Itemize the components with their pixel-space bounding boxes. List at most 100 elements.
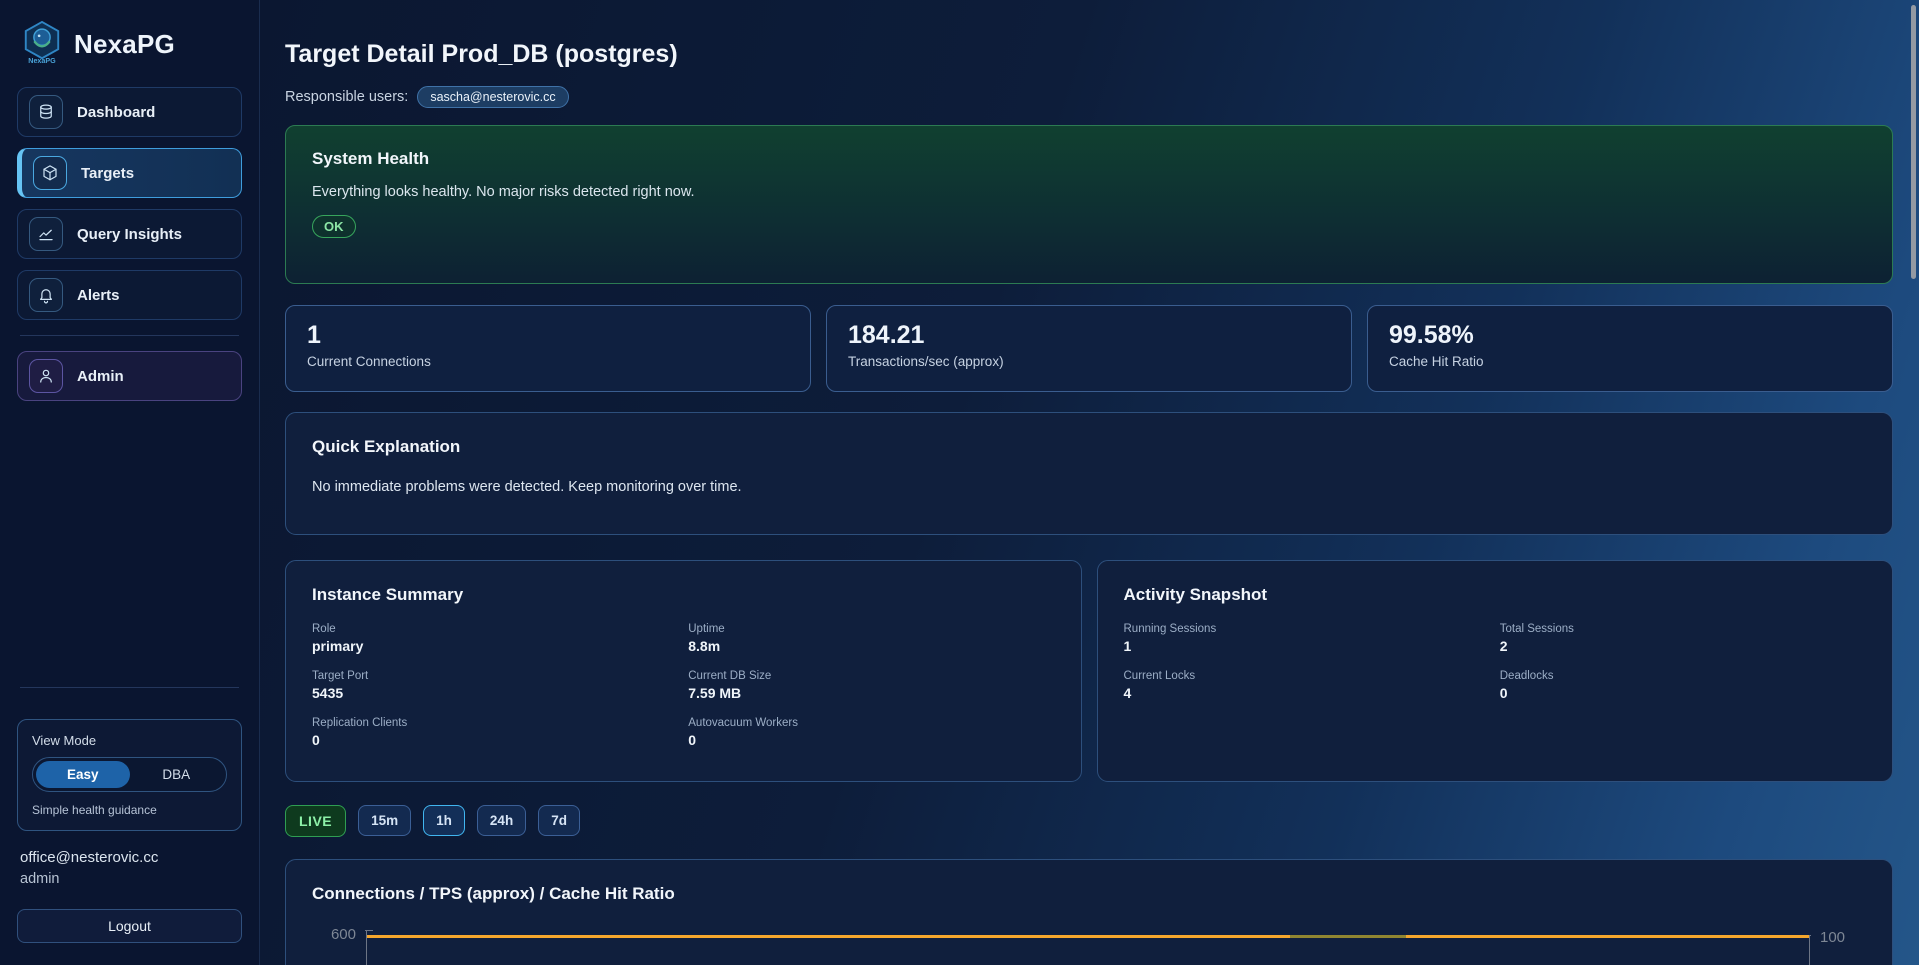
chart-plot-area: 600 100 <box>366 930 1810 965</box>
time-controls-row: LIVE 15m 1h 24h 7d <box>285 805 1893 837</box>
field-value: 0 <box>1500 685 1866 701</box>
activity-snapshot-grid: Running Sessions 1 Total Sessions 2 Curr… <box>1124 623 1867 701</box>
instance-summary-card: Instance Summary Role primary Uptime 8.8… <box>285 560 1082 782</box>
sidebar-item-label: Query Insights <box>77 226 182 243</box>
stat-label: Cache Hit Ratio <box>1389 354 1871 369</box>
field-label: Target Port <box>312 670 678 682</box>
stats-row: 1 Current Connections 184.21 Transaction… <box>285 305 1893 392</box>
cache-hit-ratio-series-line <box>367 935 1809 938</box>
sidebar-bottom-divider <box>20 687 239 688</box>
sidebar-spacer <box>17 412 242 683</box>
field-uptime: Uptime 8.8m <box>688 623 1054 654</box>
page-title: Target Detail Prod_DB (postgres) <box>285 40 1893 69</box>
summary-row: Instance Summary Role primary Uptime 8.8… <box>285 560 1893 782</box>
sidebar: NexaPG NexaPG Dashboard <box>0 0 260 965</box>
field-autovacuum-workers: Autovacuum Workers 0 <box>688 717 1054 748</box>
field-label: Total Sessions <box>1500 623 1866 635</box>
quick-explanation-message: No immediate problems were detected. Kee… <box>312 479 1866 495</box>
logo-caption: NexaPG <box>28 57 56 64</box>
system-health-card: System Health Everything looks healthy. … <box>285 125 1893 284</box>
field-current-locks: Current Locks 4 <box>1124 670 1490 701</box>
quick-explanation-title: Quick Explanation <box>312 437 1866 457</box>
stat-label: Transactions/sec (approx) <box>848 354 1330 369</box>
system-health-message: Everything looks healthy. No major risks… <box>312 184 1866 200</box>
nexapg-logo-icon: NexaPG <box>21 20 63 69</box>
stat-value: 184.21 <box>848 321 1330 350</box>
field-db-size: Current DB Size 7.59 MB <box>688 670 1054 701</box>
activity-snapshot-card: Activity Snapshot Running Sessions 1 Tot… <box>1097 560 1894 782</box>
view-mode-toggle: Easy DBA <box>32 757 227 792</box>
field-value: 1 <box>1124 638 1490 654</box>
field-label: Role <box>312 623 678 635</box>
stat-card-current-connections: 1 Current Connections <box>285 305 811 392</box>
field-label: Replication Clients <box>312 717 678 729</box>
activity-snapshot-title: Activity Snapshot <box>1124 585 1867 605</box>
field-label: Running Sessions <box>1124 623 1490 635</box>
field-label: Autovacuum Workers <box>688 717 1054 729</box>
field-running-sessions: Running Sessions 1 <box>1124 623 1490 654</box>
status-badge-ok: OK <box>312 215 356 238</box>
app-title: NexaPG <box>74 29 175 60</box>
cube-icon <box>33 156 67 190</box>
sidebar-item-alerts[interactable]: Alerts <box>17 270 242 320</box>
field-value: 8.8m <box>688 638 1054 654</box>
stat-card-tps: 184.21 Transactions/sec (approx) <box>826 305 1352 392</box>
metrics-chart-card: Connections / TPS (approx) / Cache Hit R… <box>285 859 1893 965</box>
stat-value: 99.58% <box>1389 321 1871 350</box>
field-value: 0 <box>312 732 678 748</box>
field-deadlocks: Deadlocks 0 <box>1500 670 1866 701</box>
overlapping-series-segment <box>1290 935 1406 938</box>
sidebar-item-admin[interactable]: Admin <box>17 351 242 401</box>
field-value: 5435 <box>312 685 678 701</box>
sidebar-item-targets[interactable]: Targets <box>17 148 242 198</box>
field-label: Current Locks <box>1124 670 1490 682</box>
logout-button[interactable]: Logout <box>17 909 242 943</box>
range-button-24h[interactable]: 24h <box>477 805 526 836</box>
stat-card-cache-hit-ratio: 99.58% Cache Hit Ratio <box>1367 305 1893 392</box>
database-icon <box>29 95 63 129</box>
app-root: NexaPG NexaPG Dashboard <box>0 0 1919 965</box>
field-value: 2 <box>1500 638 1866 654</box>
logo-row: NexaPG NexaPG <box>17 18 242 71</box>
view-mode-easy-option[interactable]: Easy <box>36 761 130 788</box>
trend-chart-icon <box>29 217 63 251</box>
main-content: Target Detail Prod_DB (postgres) Respons… <box>260 0 1919 965</box>
responsible-user-badge: sascha@nesterovic.cc <box>417 86 568 108</box>
right-axis-top-tick-label: 100 <box>1820 929 1845 946</box>
responsible-users-row: Responsible users: sascha@nesterovic.cc <box>285 85 1893 109</box>
field-value: 7.59 MB <box>688 685 1054 701</box>
stat-label: Current Connections <box>307 354 789 369</box>
field-total-sessions: Total Sessions 2 <box>1500 623 1866 654</box>
field-role: Role primary <box>312 623 678 654</box>
person-icon <box>29 359 63 393</box>
view-mode-panel: View Mode Easy DBA Simple health guidanc… <box>17 719 242 831</box>
live-toggle-button[interactable]: LIVE <box>285 805 346 837</box>
sidebar-item-dashboard[interactable]: Dashboard <box>17 87 242 137</box>
stat-value: 1 <box>307 321 789 350</box>
range-button-7d[interactable]: 7d <box>538 805 580 836</box>
sidebar-item-query-insights[interactable]: Query Insights <box>17 209 242 259</box>
field-value: 0 <box>688 732 1054 748</box>
field-value: primary <box>312 638 678 654</box>
left-axis-top-tick-label: 600 <box>331 926 356 943</box>
range-button-1h[interactable]: 1h <box>423 805 465 836</box>
responsible-users-label: Responsible users: <box>285 89 408 105</box>
field-label: Uptime <box>688 623 1054 635</box>
field-replication-clients: Replication Clients 0 <box>312 717 678 748</box>
field-target-port: Target Port 5435 <box>312 670 678 701</box>
range-button-15m[interactable]: 15m <box>358 805 411 836</box>
sidebar-item-label: Dashboard <box>77 104 155 121</box>
view-mode-label: View Mode <box>32 733 227 748</box>
sidebar-item-label: Targets <box>81 165 134 182</box>
system-health-title: System Health <box>312 149 1866 169</box>
scrollbar-thumb[interactable] <box>1911 5 1916 279</box>
sidebar-item-label: Admin <box>77 368 124 385</box>
user-block: office@nesterovic.cc admin <box>17 848 242 890</box>
sidebar-divider <box>20 335 239 336</box>
bell-icon <box>29 278 63 312</box>
instance-summary-grid: Role primary Uptime 8.8m Target Port 543… <box>312 623 1055 748</box>
view-mode-dba-option[interactable]: DBA <box>130 761 224 788</box>
user-role: admin <box>20 870 239 890</box>
field-label: Current DB Size <box>688 670 1054 682</box>
user-email: office@nesterovic.cc <box>20 848 239 868</box>
